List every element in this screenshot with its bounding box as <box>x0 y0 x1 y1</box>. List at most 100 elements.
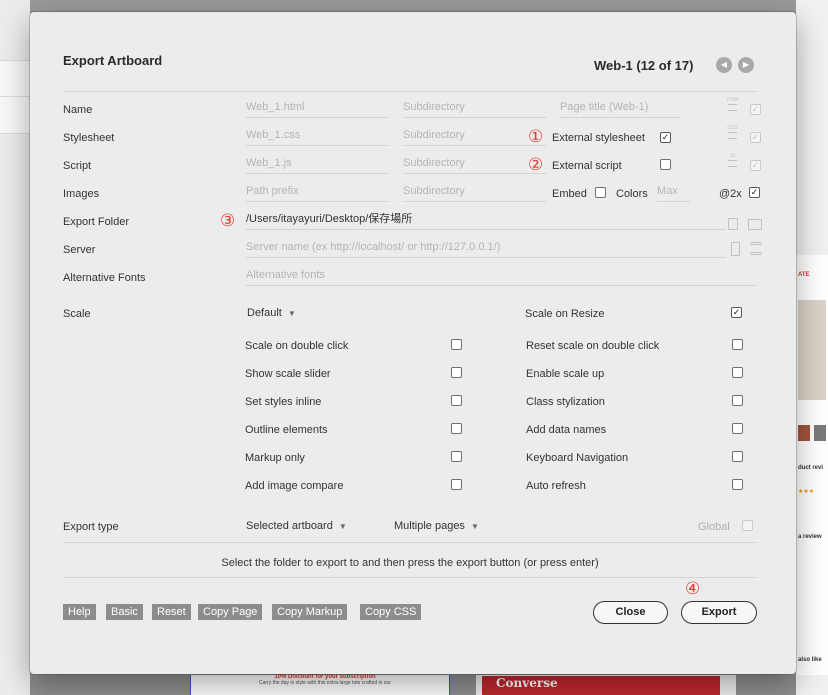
stylesheet-option-checkbox[interactable]: ✓ <box>750 132 761 143</box>
reset-button[interactable]: Reset <box>152 604 191 620</box>
alternative-fonts-input[interactable]: Alternative fonts <box>246 267 757 286</box>
images-subdirectory-input[interactable]: Subdirectory <box>403 183 546 202</box>
preview-thumb <box>814 425 826 441</box>
preview-text: duct revi <box>798 465 824 471</box>
database-icon[interactable] <box>750 242 762 255</box>
option-label: Outline elements <box>245 424 328 436</box>
path-prefix-input[interactable]: Path prefix <box>246 183 389 202</box>
embed-label: Embed <box>552 188 587 200</box>
server-label: Server <box>63 244 96 256</box>
preview-text: also like <box>798 657 822 663</box>
option-label: Reset scale on double click <box>526 340 660 352</box>
images-label: Images <box>63 188 100 200</box>
server-icon[interactable] <box>731 242 740 256</box>
scale-on-resize-checkbox[interactable]: ✓ <box>731 307 742 318</box>
page-title-input[interactable]: Page title (Web-1) <box>560 99 680 118</box>
export-button[interactable]: Export <box>681 601 757 624</box>
previous-artboard-button[interactable]: ◀ <box>716 57 732 73</box>
background-row <box>0 60 30 98</box>
markup-only-checkbox[interactable] <box>451 451 462 462</box>
outline-elements-checkbox[interactable] <box>451 423 462 434</box>
external-script-checkbox[interactable] <box>660 159 671 170</box>
stylesheet-input[interactable]: Web_1.css <box>246 127 389 146</box>
preview-text: a review <box>798 534 822 540</box>
background-right-preview: ATE duct revi ★★★ a review also like <box>796 0 828 695</box>
class-stylization-checkbox[interactable] <box>732 395 743 406</box>
reset-scale-checkbox[interactable] <box>732 339 743 350</box>
show-scale-slider-checkbox[interactable] <box>451 367 462 378</box>
stylesheet-subdirectory-input[interactable]: Subdirectory <box>403 127 546 146</box>
preview-text: ATE <box>798 272 810 278</box>
option-label: Add image compare <box>245 480 344 492</box>
css-file-icon: CSS <box>727 126 738 139</box>
external-stylesheet-label: External stylesheet <box>552 132 645 144</box>
hint-bottom-divider <box>63 577 757 578</box>
scale-dropdown[interactable]: Default ▼ <box>247 307 296 319</box>
option-label: Auto refresh <box>526 480 586 492</box>
copy-css-button[interactable]: Copy CSS <box>360 604 422 620</box>
export-artboard-dialog: Export Artboard Web-1 (12 of 17) ◀ ▶ Nam… <box>30 12 796 674</box>
name-subdirectory-input[interactable]: Subdirectory <box>403 99 546 118</box>
global-checkbox[interactable] <box>742 520 753 531</box>
retina-checkbox[interactable]: ✓ <box>749 187 760 198</box>
copy-page-button[interactable]: Copy Page <box>198 604 263 620</box>
set-styles-inline-checkbox[interactable] <box>451 395 462 406</box>
keyboard-navigation-checkbox[interactable] <box>732 451 743 462</box>
folder-icon[interactable] <box>748 219 762 230</box>
help-button[interactable]: Help <box>63 604 96 620</box>
auto-refresh-checkbox[interactable] <box>732 479 743 490</box>
close-button[interactable]: Close <box>593 601 668 624</box>
previous-icon: ◀ <box>720 60 728 69</box>
preview-image <box>798 300 826 400</box>
annotation-2: ② <box>528 155 544 174</box>
server-input[interactable]: Server name (ex http://localhost/ or htt… <box>246 239 726 258</box>
converse-banner: Converse <box>482 676 720 695</box>
embed-checkbox[interactable] <box>595 187 606 198</box>
export-type-dropdown[interactable]: Selected artboard ▼ <box>246 520 347 532</box>
global-label: Global <box>698 521 730 533</box>
preview-thumb <box>798 425 810 441</box>
scale-on-double-click-checkbox[interactable] <box>451 339 462 350</box>
annotation-3: ③ <box>220 211 236 230</box>
scale-on-resize-label: Scale on Resize <box>525 308 605 320</box>
promo-text: 10% Discount for your subscription Carry… <box>258 674 391 686</box>
add-image-compare-checkbox[interactable] <box>451 479 462 490</box>
add-data-names-checkbox[interactable] <box>732 423 743 434</box>
annotation-4: ④ <box>685 579 701 598</box>
scale-label: Scale <box>63 308 91 320</box>
chevron-down-icon: ▼ <box>287 309 296 318</box>
name-option-checkbox[interactable]: ✓ <box>750 104 761 115</box>
external-script-label: External script <box>552 160 622 172</box>
copy-markup-button[interactable]: Copy Markup <box>272 604 348 620</box>
option-label: Markup only <box>245 452 305 464</box>
colors-label: Colors <box>616 188 648 200</box>
option-label: Set styles inline <box>245 396 322 408</box>
option-label: Enable scale up <box>526 368 605 380</box>
script-option-checkbox[interactable]: ✓ <box>750 160 761 171</box>
background-left-panel <box>0 0 30 695</box>
pages-dropdown[interactable]: Multiple pages ▼ <box>394 520 479 532</box>
export-type-label: Export type <box>63 521 119 533</box>
enable-scale-up-checkbox[interactable] <box>732 367 743 378</box>
script-subdirectory-input[interactable]: Subdirectory <box>403 155 546 174</box>
next-artboard-button[interactable]: ▶ <box>738 57 754 73</box>
html-file-icon: HTM <box>727 98 738 111</box>
js-file-icon: JS <box>727 154 738 167</box>
script-input[interactable]: Web_1.js <box>246 155 389 174</box>
max-colors-input[interactable]: Max <box>657 183 690 202</box>
chevron-down-icon: ▼ <box>470 522 479 531</box>
retina-label: @2x <box>719 188 742 200</box>
filename-input[interactable]: Web_1.html <box>246 99 389 118</box>
option-label: Class stylization <box>526 396 605 408</box>
clipboard-icon[interactable] <box>728 218 738 230</box>
stylesheet-label: Stylesheet <box>63 132 115 144</box>
background-row <box>0 96 30 134</box>
name-label: Name <box>63 104 93 116</box>
external-stylesheet-checkbox[interactable]: ✓ <box>660 132 671 143</box>
header-divider <box>63 91 757 92</box>
basic-button[interactable]: Basic <box>106 604 143 620</box>
hint-text: Select the folder to export to and then … <box>221 557 599 569</box>
next-icon: ▶ <box>742 60 750 69</box>
alternative-fonts-label: Alternative Fonts <box>63 272 146 284</box>
export-folder-input[interactable]: /Users/itayayuri/Desktop/保存場所 <box>246 211 726 230</box>
